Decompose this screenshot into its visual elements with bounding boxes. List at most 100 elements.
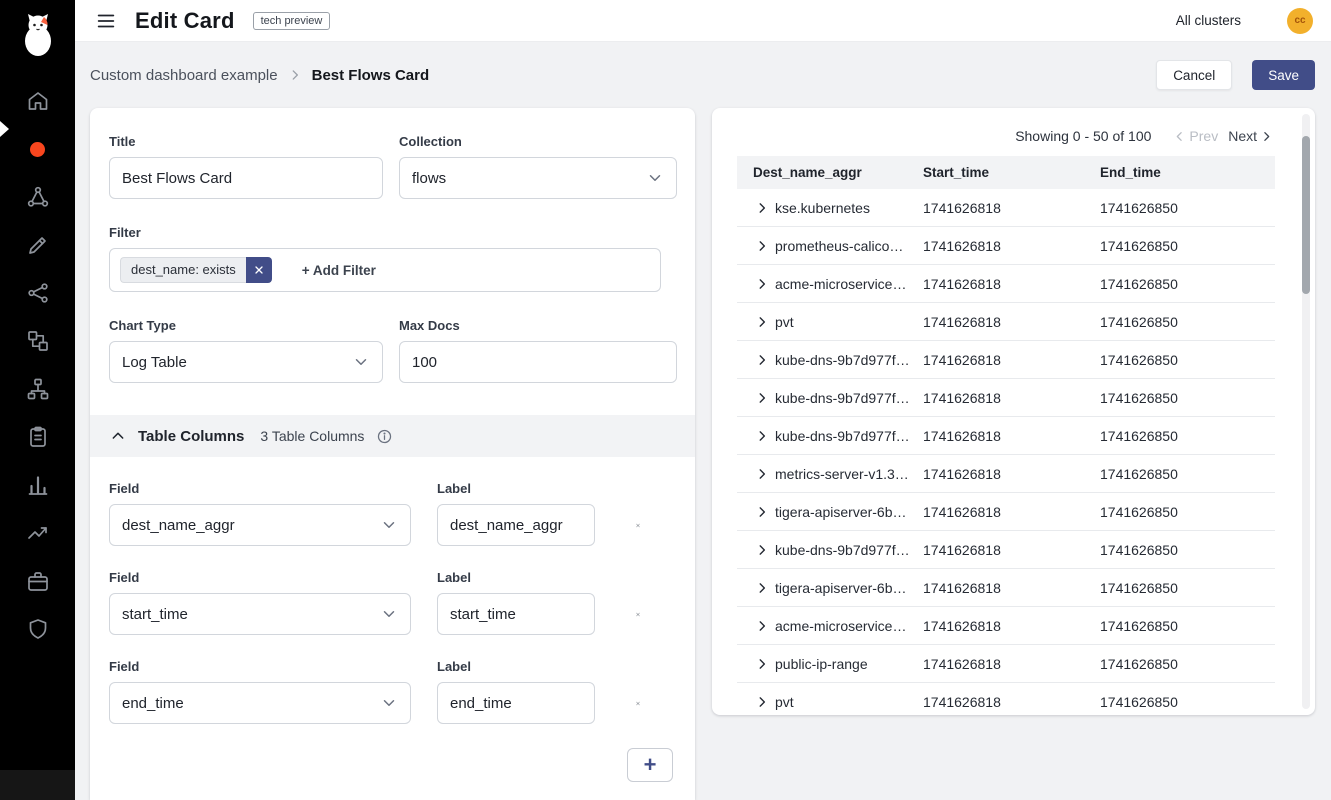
max-docs-label: Max Docs	[399, 318, 677, 333]
expand-row-icon[interactable]	[755, 201, 769, 215]
breadcrumb-parent[interactable]: Custom dashboard example	[90, 67, 278, 84]
cluster-selector[interactable]: All clusters	[1176, 13, 1241, 28]
expand-row-icon[interactable]	[755, 277, 769, 291]
expand-row-icon[interactable]	[755, 543, 769, 557]
chart-type-select[interactable]: Log Table	[109, 341, 383, 383]
column-header-end-time[interactable]: End_time	[1095, 165, 1275, 180]
column-header-start-time[interactable]: Start_time	[918, 165, 1095, 180]
sidebar-item-tiers[interactable]	[25, 328, 51, 354]
table-row[interactable]: kube-dns-9b7d977f… 1741626818 1741626850	[737, 531, 1275, 569]
sidebar-item-service-graph[interactable]	[25, 136, 51, 162]
table-row[interactable]: pvt 1741626818 1741626850	[737, 683, 1275, 715]
expand-row-icon[interactable]	[755, 581, 769, 595]
sidebar-item-policies[interactable]	[25, 232, 51, 258]
label-block: Label	[437, 659, 595, 724]
table-row[interactable]: acme-microservice… 1741626818 1741626850	[737, 265, 1275, 303]
pagination-status: Showing 0 - 50 of 100	[1015, 128, 1151, 144]
table-row[interactable]: pvt 1741626818 1741626850	[737, 303, 1275, 341]
column-field-select[interactable]: start_time	[109, 593, 411, 635]
remove-column-button[interactable]	[635, 695, 641, 712]
sidebar-item-sitemap[interactable]	[25, 376, 51, 402]
expand-row-icon[interactable]	[755, 239, 769, 253]
title-input[interactable]	[109, 157, 383, 199]
dest-name-cell: acme-microservice…	[737, 618, 918, 634]
table-row[interactable]: public-ip-range 1741626818 1741626850	[737, 645, 1275, 683]
sidebar-item-storage[interactable]	[25, 568, 51, 594]
avatar[interactable]: cc	[1287, 8, 1313, 34]
column-field-select[interactable]: end_time	[109, 682, 411, 724]
column-label-input[interactable]	[437, 504, 595, 546]
pagination: Showing 0 - 50 of 100 Prev Next	[712, 108, 1315, 156]
clipboard-icon	[26, 425, 50, 449]
column-field-select[interactable]: dest_name_aggr	[109, 504, 411, 546]
dest-name-cell: pvt	[737, 314, 918, 330]
sidebar-item-security[interactable]	[25, 616, 51, 642]
sidebar-footer	[0, 770, 75, 800]
cancel-button[interactable]: Cancel	[1156, 60, 1232, 90]
prev-page-button[interactable]: Prev	[1173, 128, 1218, 144]
table-row[interactable]: metrics-server-v1.3… 1741626818 17416268…	[737, 455, 1275, 493]
calico-logo[interactable]	[0, 12, 75, 58]
title-label: Title	[109, 134, 383, 149]
column-label-input[interactable]	[437, 682, 595, 724]
row-start-time: 1741626818	[918, 276, 1095, 292]
save-button[interactable]: Save	[1252, 60, 1315, 90]
table-row[interactable]: kube-dns-9b7d977f… 1741626818 1741626850	[737, 341, 1275, 379]
row-dest-name: kube-dns-9b7d977f…	[775, 390, 910, 406]
network-sets-icon	[26, 281, 50, 305]
dest-name-cell: metrics-server-v1.3…	[737, 466, 918, 482]
menu-toggle-button[interactable]	[91, 6, 121, 36]
expand-row-icon[interactable]	[755, 391, 769, 405]
remove-column-button[interactable]	[635, 606, 641, 623]
row-end-time: 1741626850	[1095, 390, 1275, 406]
add-filter-button[interactable]: + Add Filter	[302, 263, 376, 278]
collapse-icon[interactable]	[110, 428, 126, 444]
sidebar-item-home[interactable]	[25, 88, 51, 114]
table-row[interactable]: kube-dns-9b7d977f… 1741626818 1741626850	[737, 379, 1275, 417]
filter-box: dest_name: exists + Add Filter	[109, 248, 661, 292]
expand-row-icon[interactable]	[755, 619, 769, 633]
scrollbar-track[interactable]	[1302, 114, 1310, 709]
scrollbar-thumb[interactable]	[1302, 136, 1310, 294]
table-row[interactable]: kse.kubernetes 1741626818 1741626850	[737, 189, 1275, 227]
remove-column-button[interactable]	[635, 517, 641, 534]
dest-name-cell: kube-dns-9b7d977f…	[737, 542, 918, 558]
table-row[interactable]: tigera-apiserver-6b… 1741626818 17416268…	[737, 493, 1275, 531]
row-start-time: 1741626818	[918, 504, 1095, 520]
expand-row-icon[interactable]	[755, 315, 769, 329]
info-icon[interactable]	[376, 428, 393, 445]
sidebar-item-endpoints[interactable]	[25, 184, 51, 210]
expand-row-icon[interactable]	[755, 657, 769, 671]
max-docs-input[interactable]	[399, 341, 677, 383]
collection-select[interactable]: flows	[399, 157, 677, 199]
chevron-left-icon	[1173, 130, 1186, 143]
table-columns-section-header[interactable]: Table Columns 3 Table Columns	[90, 415, 695, 457]
toolbar-actions: Cancel Save	[1156, 60, 1315, 90]
next-page-button[interactable]: Next	[1228, 128, 1273, 144]
table-row[interactable]: prometheus-calico… 1741626818 1741626850	[737, 227, 1275, 265]
row-dest-name: tigera-apiserver-6b…	[775, 580, 907, 596]
sidebar-item-network-sets[interactable]	[25, 280, 51, 306]
table-column-editor: Field dest_name_aggr Label	[90, 481, 695, 546]
table-row[interactable]: kube-dns-9b7d977f… 1741626818 1741626850	[737, 417, 1275, 455]
label-label: Label	[437, 570, 595, 585]
filter-chip-label: dest_name: exists	[120, 257, 246, 283]
column-label-input[interactable]	[437, 593, 595, 635]
table-row[interactable]: tigera-apiserver-6b… 1741626818 17416268…	[737, 569, 1275, 607]
sidebar-item-trends[interactable]	[25, 520, 51, 546]
close-icon	[253, 264, 265, 276]
expand-row-icon[interactable]	[755, 505, 769, 519]
remove-filter-button[interactable]	[246, 257, 272, 283]
sidebar-item-metrics[interactable]	[25, 472, 51, 498]
table-row[interactable]: acme-microservice… 1741626818 1741626850	[737, 607, 1275, 645]
expand-row-icon[interactable]	[755, 695, 769, 709]
sidebar-item-compliance[interactable]	[25, 424, 51, 450]
add-column-button[interactable]: +	[627, 748, 673, 782]
collection-label: Collection	[399, 134, 677, 149]
column-header-dest-name-aggr[interactable]: Dest_name_aggr	[737, 165, 918, 180]
dest-name-cell: kube-dns-9b7d977f…	[737, 428, 918, 444]
filter-label: Filter	[109, 225, 676, 240]
expand-row-icon[interactable]	[755, 429, 769, 443]
expand-row-icon[interactable]	[755, 353, 769, 367]
expand-row-icon[interactable]	[755, 467, 769, 481]
